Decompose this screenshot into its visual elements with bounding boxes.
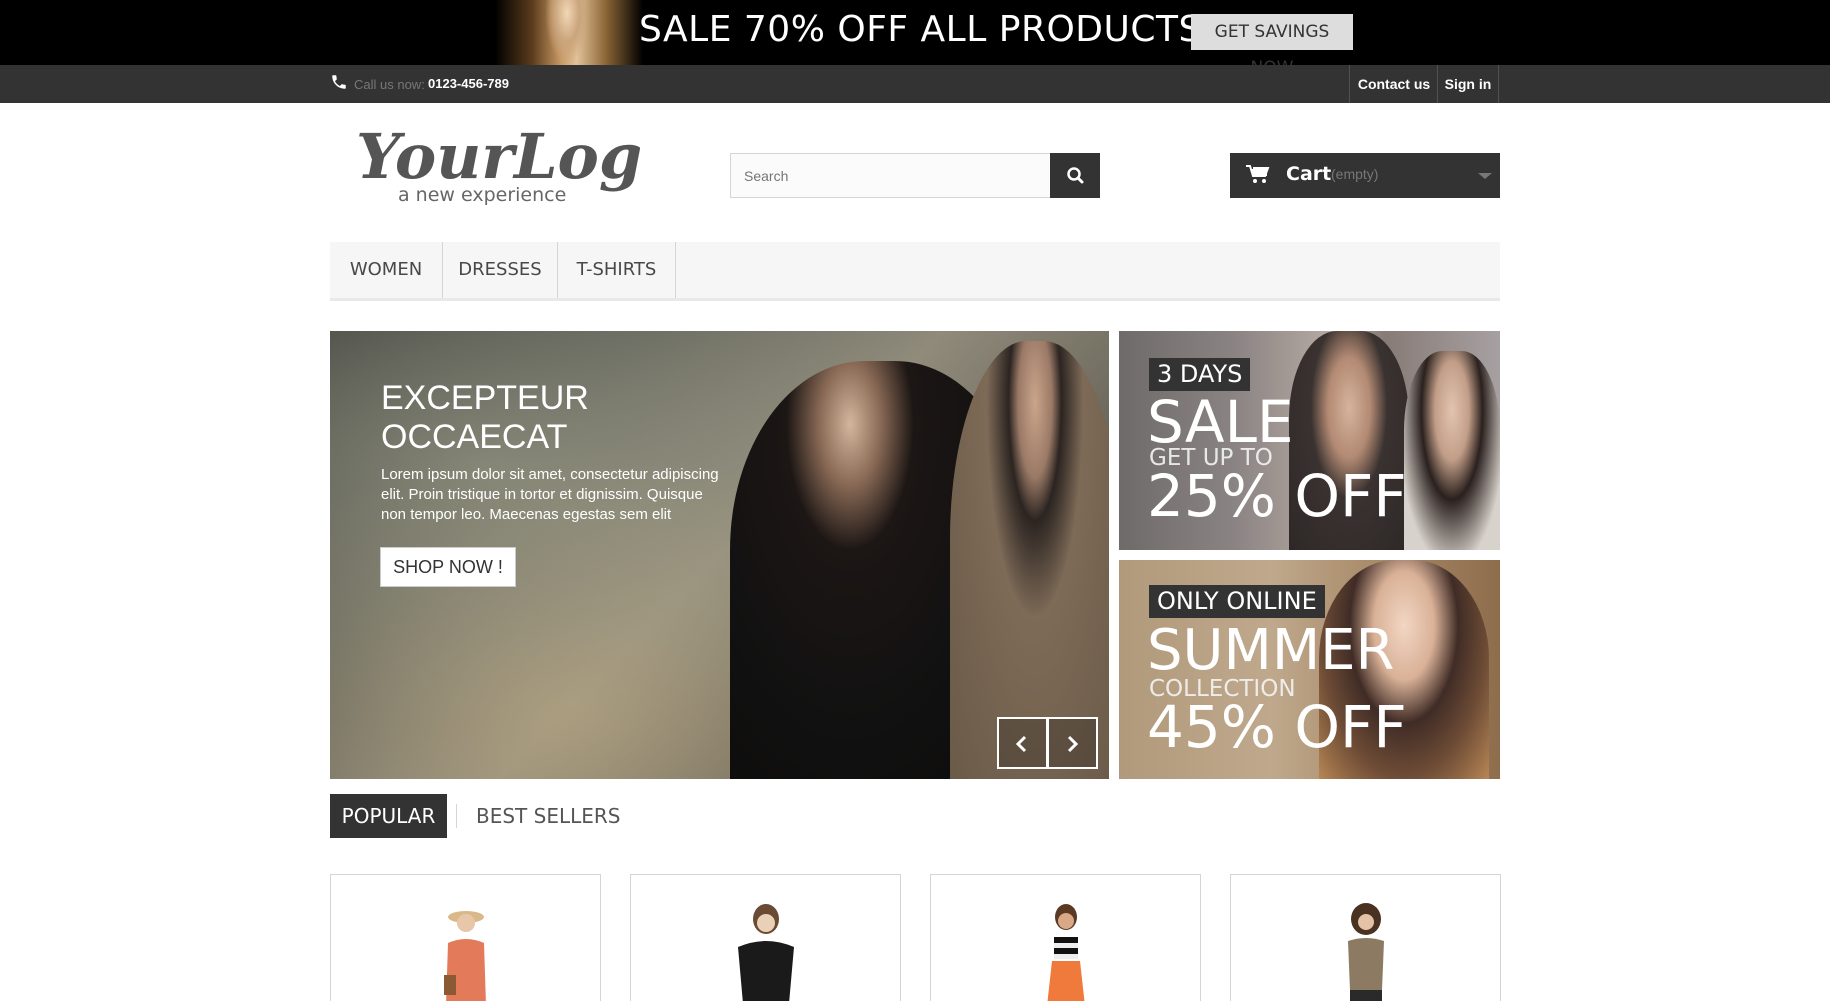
phone-number: 0123-456-789 xyxy=(428,76,509,91)
slider-prev-button[interactable] xyxy=(997,717,1048,769)
logo-text: YourLogo xyxy=(356,122,640,193)
menu-item-tshirts[interactable]: T-SHIRTS xyxy=(558,242,676,298)
call-us-label: Call us now: xyxy=(354,77,425,92)
menu-item-women[interactable]: WOMEN xyxy=(330,242,443,298)
search-input[interactable] xyxy=(730,153,1051,198)
slide-description: Lorem ipsum dolor sit amet, consectetur … xyxy=(381,466,719,523)
product-image-2 xyxy=(738,904,794,1001)
promo-model-figure xyxy=(545,0,589,65)
logo-graphic: YourLogo a new experience xyxy=(356,120,684,206)
menu-item-dresses[interactable]: DRESSES xyxy=(443,242,558,298)
summer-banner[interactable]: ONLY ONLINE SUMMER COLLECTION 45% OFF xyxy=(1119,560,1500,779)
banner-headline: SALE xyxy=(1147,388,1294,456)
main-menu: WOMEN DRESSES T-SHIRTS xyxy=(330,242,1500,301)
cart-status: (empty) xyxy=(1331,166,1379,182)
product-card[interactable] xyxy=(930,874,1201,1001)
tab-divider xyxy=(456,804,457,828)
get-savings-button[interactable]: GET SAVINGS NOW xyxy=(1191,14,1353,65)
cart-icon xyxy=(1246,165,1270,183)
promo-banner[interactable]: SALE 70% OFF ALL PRODUCTS GET SAVINGS NO… xyxy=(0,0,1830,65)
tab-best-sellers[interactable]: BEST SELLERS xyxy=(476,794,620,838)
product-image-1 xyxy=(444,911,486,1001)
banner-headline: SUMMER xyxy=(1147,618,1395,683)
tab-popular[interactable]: POPULAR xyxy=(330,794,447,838)
logo-tagline: a new experience xyxy=(398,184,566,206)
product-card[interactable] xyxy=(630,874,901,1001)
product-image-4 xyxy=(1348,903,1384,1001)
product-card[interactable] xyxy=(1230,874,1501,1001)
banner-model-woman xyxy=(1404,351,1500,550)
sign-in-link[interactable]: Sign in xyxy=(1437,65,1499,103)
shop-now-button[interactable]: SHOP NOW ! xyxy=(380,547,516,587)
slide-title-line2: OCCAECAT xyxy=(381,418,568,456)
slider-model-man xyxy=(950,341,1109,779)
search-button[interactable] xyxy=(1050,153,1100,198)
homepage-slider[interactable]: EXCEPTEUR OCCAECAT Lorem ipsum dolor sit… xyxy=(330,331,1109,779)
chevron-right-icon xyxy=(1067,735,1079,753)
site-logo[interactable]: YourLogo a new experience xyxy=(356,120,684,212)
cart-label: Cart xyxy=(1286,163,1332,185)
banner-discount: 25% OFF xyxy=(1147,462,1407,530)
sale-banner[interactable]: 3 DAYS SALE GET UP TO 25% OFF xyxy=(1119,331,1500,550)
banner-tag: 3 DAYS xyxy=(1149,358,1251,391)
product-card[interactable] xyxy=(330,874,601,1001)
banner-discount: 45% OFF xyxy=(1147,693,1407,761)
banner-tag: ONLY ONLINE xyxy=(1149,585,1325,618)
top-navbar: Call us now: 0123-456-789 Contact us Sig… xyxy=(0,65,1830,103)
slider-next-button[interactable] xyxy=(1047,717,1098,769)
slide-title: EXCEPTEUR OCCAECAT xyxy=(381,379,589,457)
chevron-left-icon xyxy=(1015,735,1027,753)
slide-title-line1: EXCEPTEUR xyxy=(381,379,589,417)
phone-icon xyxy=(332,75,346,89)
chevron-down-icon xyxy=(1478,173,1492,179)
promo-text: SALE 70% OFF ALL PRODUCTS xyxy=(639,9,1202,50)
product-image-3 xyxy=(1047,904,1085,1001)
cart-block[interactable]: Cart (empty) xyxy=(1230,153,1500,198)
contact-us-link[interactable]: Contact us xyxy=(1349,65,1438,103)
search-icon xyxy=(1067,167,1084,184)
